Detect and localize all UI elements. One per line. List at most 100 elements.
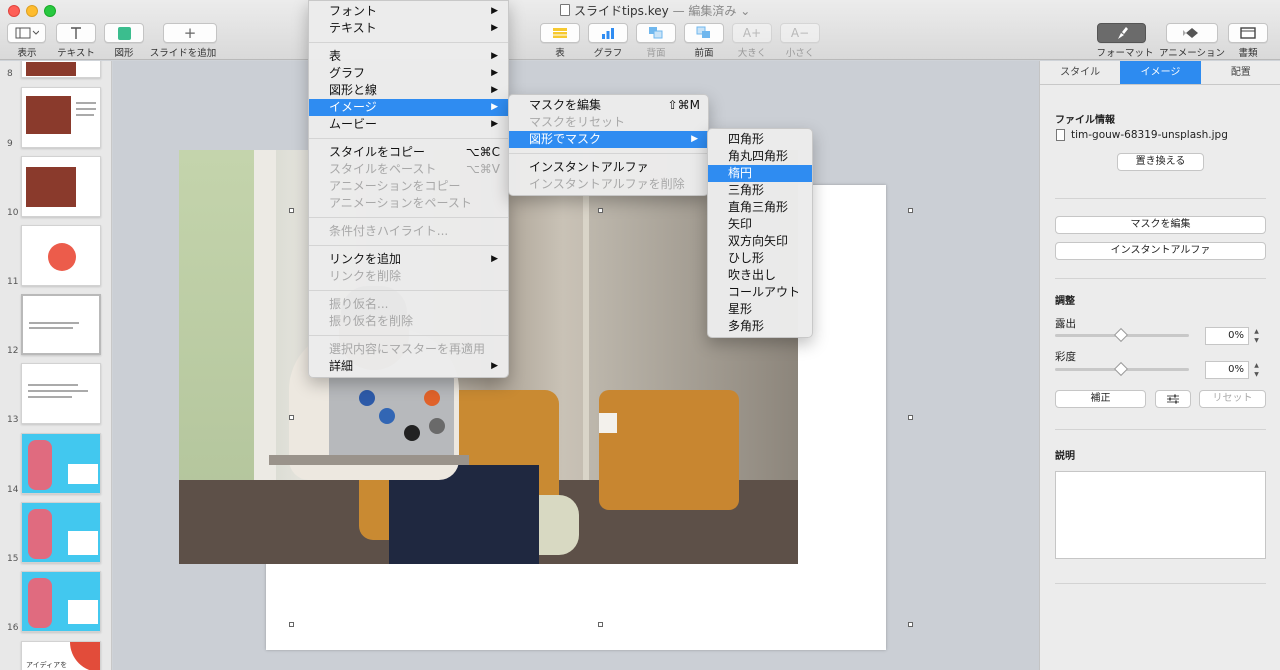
menu-item-reapply-master[interactable]: 選択内容にマスターを再適用: [309, 341, 508, 358]
close-window-button[interactable]: [8, 5, 20, 17]
menu-item-paste-style[interactable]: スタイルをペースト ⌥⌘V: [309, 161, 508, 178]
menu-item-shape[interactable]: 三角形: [708, 182, 812, 199]
resize-handle[interactable]: [908, 208, 913, 213]
menu-item-image[interactable]: イメージ ▶: [309, 99, 508, 116]
slide-thumbnail[interactable]: アイディアを: [21, 641, 101, 670]
menu-item-shape[interactable]: ひし形: [708, 250, 812, 267]
menu-item-instant-alpha[interactable]: インスタントアルファ: [509, 159, 708, 176]
resize-handle[interactable]: [289, 415, 294, 420]
tab-arrange[interactable]: 配置: [1201, 61, 1280, 84]
table-button[interactable]: [540, 23, 580, 43]
slide-thumbnail[interactable]: [21, 571, 101, 632]
exposure-slider-knob[interactable]: [1113, 327, 1129, 343]
mask-shape-submenu: 四角形 角丸四角形 楕円 三角形 直角三角形 矢印 双方向矢印 ひし形 吹き出し…: [707, 128, 813, 338]
menu-item-shape[interactable]: 直角三角形: [708, 199, 812, 216]
enhance-button[interactable]: 補正: [1055, 390, 1146, 408]
replace-button[interactable]: 置き換える: [1117, 153, 1204, 171]
menu-item-shape[interactable]: 星形: [708, 301, 812, 318]
resize-handle[interactable]: [908, 415, 913, 420]
smaller-button[interactable]: A−: [780, 23, 820, 43]
document-status[interactable]: — 編集済み ⌄: [673, 4, 751, 18]
format-button[interactable]: [1097, 23, 1146, 43]
tab-image[interactable]: イメージ: [1120, 61, 1201, 84]
menu-item-copy-animation[interactable]: アニメーションをコピー: [309, 178, 508, 195]
menu-item-font[interactable]: フォント ▶: [309, 3, 508, 20]
animate-button[interactable]: [1166, 23, 1218, 43]
bring-forward-icon: [696, 26, 710, 38]
menu-item-shape[interactable]: 四角形: [708, 131, 812, 148]
menu-item-shape[interactable]: 双方向矢印: [708, 233, 812, 250]
menu-item-chart[interactable]: グラフ ▶: [309, 65, 508, 82]
bring-forward-label: 前面: [694, 48, 714, 59]
menu-item-shapes-lines[interactable]: 図形と線 ▶: [309, 82, 508, 99]
menu-item-shape-oval[interactable]: 楕円: [708, 165, 812, 182]
add-slide-button[interactable]: +: [163, 23, 217, 43]
menu-item-shape[interactable]: コールアウト: [708, 284, 812, 301]
format-label: フォーマット: [1096, 48, 1154, 59]
bigger-button[interactable]: A+: [732, 23, 772, 43]
menu-item-remove-link[interactable]: リンクを削除: [309, 268, 508, 285]
chart-button[interactable]: [588, 23, 628, 43]
minimize-window-button[interactable]: [26, 5, 38, 17]
menu-item-copy-style[interactable]: スタイルをコピー ⌥⌘C: [309, 144, 508, 161]
menu-item-ruby[interactable]: 振り仮名...: [309, 296, 508, 313]
menu-item-remove-instant-alpha[interactable]: インスタントアルファを削除: [509, 176, 708, 193]
resize-handle[interactable]: [289, 622, 294, 627]
slide-thumbnail[interactable]: [21, 61, 101, 78]
divider: [1055, 429, 1266, 430]
menu-item-shape[interactable]: 矢印: [708, 216, 812, 233]
slide-number: 11: [7, 277, 19, 287]
slide-thumbnail[interactable]: [21, 156, 101, 217]
file-info-heading: ファイル情報: [1055, 115, 1115, 126]
exposure-stepper[interactable]: ▲ ▼: [1252, 327, 1261, 345]
saturation-slider-knob[interactable]: [1113, 361, 1129, 377]
send-backward-button[interactable]: [636, 23, 676, 43]
slide-navigator[interactable]: 8 9 10 11 12 13 14 15 16 アイディアを: [0, 61, 112, 670]
slide-thumbnail[interactable]: [21, 502, 101, 563]
resize-handle[interactable]: [908, 622, 913, 627]
adjust-levels-button[interactable]: [1155, 390, 1191, 408]
document-button[interactable]: [1228, 23, 1268, 43]
shape-button[interactable]: [104, 23, 144, 43]
file-icon: [1056, 129, 1065, 141]
slide-thumbnail[interactable]: [21, 363, 101, 424]
tab-style[interactable]: スタイル: [1040, 61, 1120, 84]
edit-mask-button[interactable]: マスクを編集: [1055, 216, 1266, 234]
slide-thumbnail[interactable]: [21, 87, 101, 148]
slide-thumbnail[interactable]: [21, 225, 101, 286]
resize-handle[interactable]: [598, 622, 603, 627]
menu-item-edit-mask[interactable]: マスクを編集 ⇧⌘M: [509, 97, 708, 114]
saturation-label: 彩度: [1055, 351, 1076, 363]
menu-item-shape[interactable]: 角丸四角形: [708, 148, 812, 165]
menu-item-add-link[interactable]: リンクを追加 ▶: [309, 251, 508, 268]
menu-item-text[interactable]: テキスト ▶: [309, 20, 508, 37]
menu-item-advanced[interactable]: 詳細 ▶: [309, 358, 508, 375]
resize-handle[interactable]: [598, 208, 603, 213]
slide-thumbnail-selected[interactable]: [21, 294, 101, 355]
menu-item-table[interactable]: 表 ▶: [309, 48, 508, 65]
send-backward-label: 背面: [646, 48, 666, 59]
menu-item-movie[interactable]: ムービー ▶: [309, 116, 508, 133]
sidebar-view-icon: [15, 27, 39, 39]
menu-item-remove-ruby[interactable]: 振り仮名を削除: [309, 313, 508, 330]
menu-item-mask-with-shape[interactable]: 図形でマスク ▶: [509, 131, 708, 148]
format-menu: フォント ▶ テキスト ▶ 表 ▶ グラフ ▶ 図形と線 ▶ イメージ ▶ ムービー ▶ スタ…: [308, 0, 509, 378]
text-button[interactable]: [56, 23, 96, 43]
reset-button[interactable]: リセット: [1199, 390, 1266, 408]
slide-thumbnail[interactable]: [21, 433, 101, 494]
menu-item-shape[interactable]: 多角形: [708, 318, 812, 335]
view-button[interactable]: [7, 23, 46, 43]
inspector-tabs: スタイル イメージ 配置: [1040, 61, 1280, 85]
exposure-field[interactable]: 0%: [1205, 327, 1249, 345]
menu-item-reset-mask[interactable]: マスクをリセット: [509, 114, 708, 131]
instant-alpha-button[interactable]: インスタントアルファ: [1055, 242, 1266, 260]
menu-item-conditional-highlight[interactable]: 条件付きハイライト...: [309, 223, 508, 240]
menu-item-paste-animation[interactable]: アニメーションをペースト: [309, 195, 508, 212]
saturation-stepper[interactable]: ▲ ▼: [1252, 361, 1261, 379]
bring-forward-button[interactable]: [684, 23, 724, 43]
description-field[interactable]: [1055, 471, 1266, 559]
menu-item-shape[interactable]: 吹き出し: [708, 267, 812, 284]
saturation-field[interactable]: 0%: [1205, 361, 1249, 379]
zoom-window-button[interactable]: [44, 5, 56, 17]
resize-handle[interactable]: [289, 208, 294, 213]
